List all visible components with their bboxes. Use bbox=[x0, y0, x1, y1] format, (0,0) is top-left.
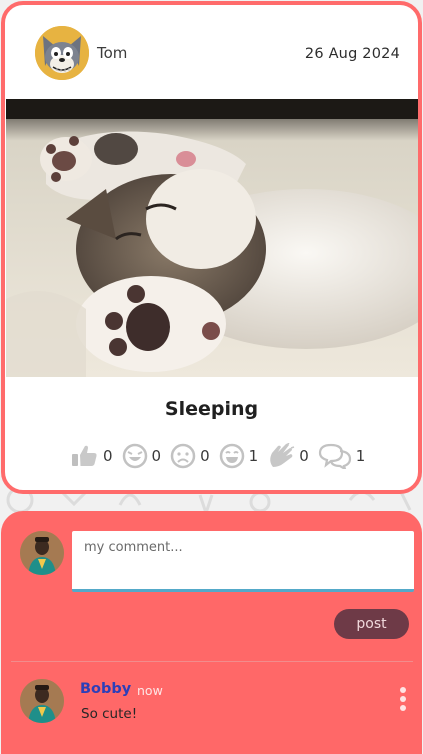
happy-face-icon bbox=[219, 443, 244, 469]
reaction-clap[interactable]: 0 bbox=[267, 443, 309, 469]
laughing-face-icon bbox=[122, 443, 147, 469]
post-card: Tom 26 Aug 2024 Sleeping 0 0 0 1 0 1 bbox=[1, 1, 422, 494]
author-avatar[interactable] bbox=[35, 26, 89, 80]
post-title: Sleeping bbox=[164, 398, 259, 420]
sad-face-icon bbox=[170, 443, 196, 469]
reaction-count: 0 bbox=[151, 447, 162, 465]
comment-input[interactable] bbox=[72, 531, 414, 592]
thumbs-up-icon bbox=[72, 445, 97, 466]
comment-panel: post Bobby now So cute! bbox=[1, 511, 422, 754]
reaction-count: 1 bbox=[248, 447, 259, 465]
divider bbox=[11, 661, 413, 662]
post-image[interactable] bbox=[6, 99, 418, 377]
comment-author[interactable]: Bobby bbox=[80, 681, 131, 697]
reaction-laughing[interactable]: 0 bbox=[122, 443, 162, 469]
reaction-sad[interactable]: 0 bbox=[170, 443, 210, 469]
post-button[interactable]: post bbox=[334, 609, 409, 639]
comment-time: now bbox=[137, 683, 163, 698]
more-options-button[interactable] bbox=[394, 685, 412, 713]
reaction-bar: 0 0 0 1 0 1 bbox=[71, 442, 374, 470]
clapping-hands-icon bbox=[270, 443, 295, 467]
dot-icon bbox=[400, 705, 406, 711]
post-header: Tom 26 Aug 2024 bbox=[5, 5, 418, 99]
reaction-count: 1 bbox=[355, 447, 366, 465]
comments-icon bbox=[318, 443, 351, 469]
comment-text: So cute! bbox=[81, 706, 138, 722]
commenter-avatar[interactable] bbox=[20, 679, 64, 723]
author-name[interactable]: Tom bbox=[97, 44, 127, 62]
reaction-comments[interactable]: 1 bbox=[318, 443, 366, 469]
dot-icon bbox=[400, 687, 406, 693]
reaction-happy[interactable]: 1 bbox=[219, 443, 259, 469]
post-date: 26 Aug 2024 bbox=[304, 46, 400, 62]
reaction-count: 0 bbox=[103, 447, 113, 465]
reaction-thumbs-up[interactable]: 0 bbox=[71, 444, 113, 468]
my-avatar bbox=[20, 531, 64, 575]
dot-icon bbox=[400, 696, 406, 702]
reaction-count: 0 bbox=[299, 447, 309, 465]
reaction-count: 0 bbox=[200, 447, 210, 465]
